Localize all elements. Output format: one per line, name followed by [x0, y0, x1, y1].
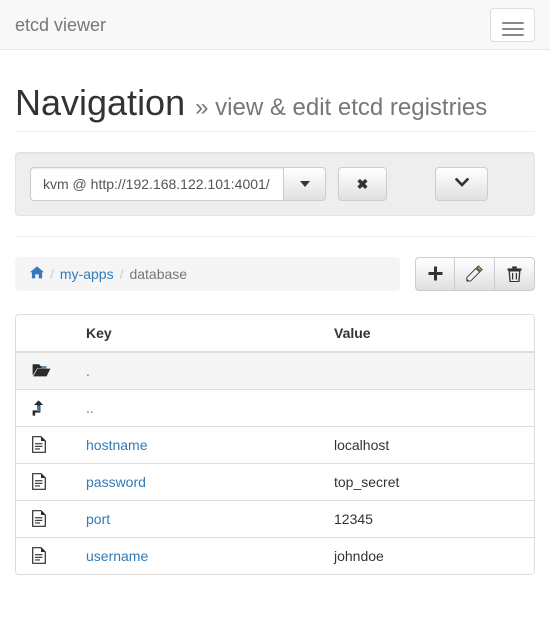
table-row[interactable]: username johndoe: [16, 536, 534, 574]
file-icon: [32, 547, 70, 564]
file-icon: [32, 473, 70, 490]
row-key-link[interactable]: password: [86, 474, 146, 490]
remove-icon: ✖: [356, 175, 369, 192]
breadcrumb-item-database: database: [129, 264, 187, 284]
delete-button[interactable]: [495, 256, 535, 291]
table-row[interactable]: password top_secret: [16, 462, 534, 501]
row-icon-cell: [16, 499, 78, 538]
row-icon-cell: [16, 425, 78, 464]
navbar: etcd viewer: [0, 0, 550, 50]
breadcrumb-active: database: [129, 265, 188, 282]
registry-input-group: [30, 166, 326, 201]
page-title-text: Navigation: [15, 82, 186, 123]
remove-registry-button[interactable]: ✖: [338, 166, 387, 201]
row-value-cell: [326, 351, 534, 390]
plus-icon: [428, 266, 442, 281]
row-key-cell: hostname: [78, 425, 326, 464]
registry-dropdown-button[interactable]: [283, 166, 326, 201]
table-body: ... hostname localhost password top_secret po…: [16, 351, 534, 574]
column-header-icon: [16, 314, 78, 353]
breadcrumb-separator: /: [50, 265, 54, 282]
hamburger-bar: [501, 28, 524, 30]
breadcrumb-action-row: / my-apps / database: [15, 256, 535, 291]
column-header-value: Value: [326, 314, 534, 353]
row-key-cell: username: [78, 536, 326, 574]
row-icon-cell: [16, 462, 78, 501]
registry-form-row: ✖: [30, 166, 520, 201]
table-row[interactable]: port 12345: [16, 499, 534, 538]
pencil-icon: [466, 265, 483, 282]
row-icon-cell: [16, 388, 78, 427]
chevron-down-icon: [454, 178, 469, 187]
file-icon: [32, 510, 70, 527]
row-key-cell: port: [78, 499, 326, 538]
breadcrumb-item-my-apps[interactable]: my-apps: [60, 264, 114, 284]
row-value-cell: 12345: [326, 499, 534, 538]
row-key-link[interactable]: port: [86, 511, 110, 527]
caret-down-icon: [299, 180, 310, 187]
page-subtitle: » view & edit etcd registries: [195, 94, 488, 121]
table-row[interactable]: .: [16, 351, 534, 390]
table-head: Key Value: [16, 314, 534, 353]
row-value-cell: localhost: [326, 425, 534, 464]
key-value-table-wrapper: Key Value ... hostname localhost password to…: [15, 313, 535, 575]
registry-url-input[interactable]: [30, 166, 283, 201]
hamburger-icon[interactable]: [490, 8, 535, 42]
edit-button[interactable]: [455, 256, 495, 291]
action-button-group: [415, 256, 535, 291]
home-icon: [30, 265, 44, 279]
row-icon-cell: [16, 351, 78, 390]
table-header-row: Key Value: [16, 314, 534, 353]
row-key-link[interactable]: username: [86, 548, 148, 564]
main-container: Navigation » view & edit etcd registries…: [0, 83, 550, 575]
row-value-cell: johndoe: [326, 536, 534, 574]
folder-open-icon: [32, 363, 70, 378]
key-value-table: Key Value ... hostname localhost password to…: [16, 314, 534, 574]
section-divider: [15, 235, 535, 237]
level-up-icon: [32, 399, 70, 416]
row-value-cell: top_secret: [326, 462, 534, 501]
file-icon: [32, 436, 70, 453]
row-key-cell: ..: [78, 388, 326, 427]
table-row[interactable]: ..: [16, 388, 534, 427]
row-key-cell: password: [78, 462, 326, 501]
row-icon-cell: [16, 536, 78, 574]
column-header-key: Key: [78, 314, 326, 353]
row-key-cell: .: [78, 351, 326, 390]
breadcrumb-item-home[interactable]: [30, 264, 44, 284]
table-row[interactable]: hostname localhost: [16, 425, 534, 464]
hamburger-bar: [501, 22, 524, 24]
navbar-brand[interactable]: etcd viewer: [15, 0, 106, 50]
page-header: Navigation » view & edit etcd registries: [15, 83, 535, 132]
page-title: Navigation » view & edit etcd registries: [15, 83, 535, 123]
add-button[interactable]: [415, 256, 455, 291]
row-key-link[interactable]: hostname: [86, 437, 147, 453]
row-key-label: .: [86, 362, 90, 379]
row-value-cell: [326, 388, 534, 427]
hamburger-bar: [501, 34, 524, 36]
registry-selector-panel: ✖: [15, 151, 535, 216]
row-key-link[interactable]: ..: [86, 400, 94, 416]
breadcrumb-separator: /: [119, 265, 124, 282]
expand-registry-button[interactable]: [435, 166, 488, 201]
trash-icon: [507, 265, 522, 282]
breadcrumb: / my-apps / database: [15, 256, 400, 291]
breadcrumb-link[interactable]: my-apps: [60, 266, 114, 282]
